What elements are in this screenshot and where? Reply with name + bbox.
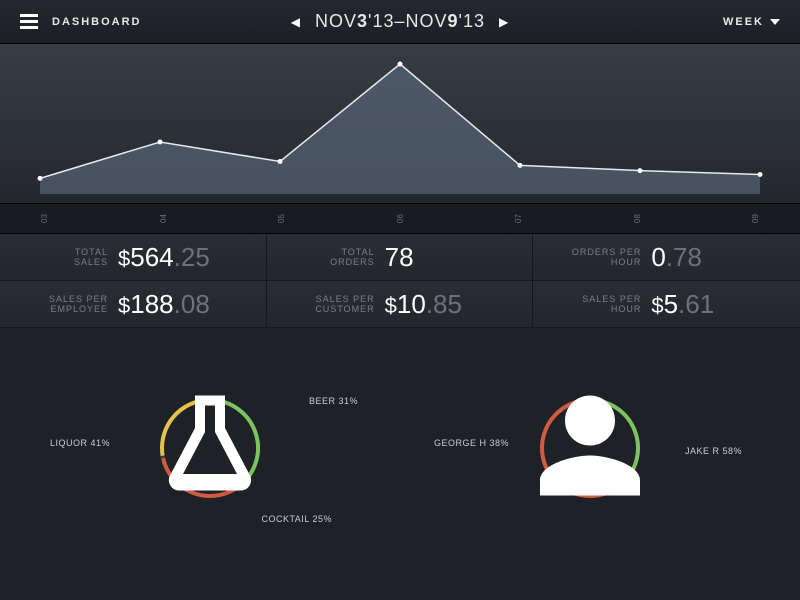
date-range-text: NOV3'13–NOV9'13 — [315, 11, 485, 32]
top-bar: DASHBOARD ◀ NOV3'13–NOV9'13 ▶ WEEK — [0, 0, 800, 44]
donut-slice-label: COCKTAIL 25% — [261, 514, 332, 524]
kpi-value: 0.78 — [651, 242, 702, 273]
kpi-5: SALES PERHOUR $5.61 — [533, 281, 800, 328]
kpi-2: ORDERS PERHOUR 0.78 — [533, 234, 800, 281]
x-tick: 06 — [396, 214, 405, 223]
kpi-value: $10.85 — [385, 289, 462, 320]
kpi-value: $188.08 — [118, 289, 210, 320]
donut-slice-label: LIQUOR 41% — [50, 438, 110, 448]
flask-icon — [150, 386, 270, 511]
person-icon — [530, 386, 650, 511]
prev-period-icon[interactable]: ◀ — [291, 15, 301, 29]
kpi-grid: TOTALSALES $564.25 TOTALORDERS 78 ORDERS PER… — [0, 234, 800, 328]
kpi-value: $5.61 — [651, 289, 714, 320]
x-tick: 03 — [40, 214, 49, 223]
donut-slice-label: BEER 31% — [309, 396, 358, 406]
kpi-value: 78 — [385, 242, 414, 273]
period-dropdown[interactable]: WEEK — [723, 16, 780, 28]
kpi-label: TOTALSALES — [24, 247, 108, 268]
staff-donut: GEORGE H 38%JAKE R 58% — [440, 368, 740, 528]
kpi-label: SALES PERCUSTOMER — [291, 294, 375, 315]
x-tick: 04 — [158, 214, 167, 223]
x-tick: 09 — [751, 214, 760, 223]
x-tick: 08 — [633, 214, 642, 223]
kpi-4: SALES PERCUSTOMER $10.85 — [267, 281, 534, 328]
donut-row: LIQUOR 41% BEER 31% COCKTAIL 25% GEORGE H … — [0, 328, 800, 568]
next-period-icon[interactable]: ▶ — [499, 15, 509, 29]
kpi-3: SALES PEREMPLOYEE $188.08 — [0, 281, 267, 328]
donut-slice-label: GEORGE H 38% — [434, 438, 509, 448]
x-tick: 05 — [277, 214, 286, 223]
kpi-label: TOTALORDERS — [291, 247, 375, 268]
chevron-down-icon — [770, 19, 780, 25]
kpi-label: ORDERS PERHOUR — [557, 247, 641, 268]
menu-icon[interactable] — [20, 14, 38, 29]
kpi-0: TOTALSALES $564.25 — [0, 234, 267, 281]
sales-line-chart — [0, 44, 800, 204]
kpi-1: TOTALORDERS 78 — [267, 234, 534, 281]
kpi-label: SALES PEREMPLOYEE — [24, 294, 108, 315]
x-tick: 07 — [514, 214, 523, 223]
donut-slice-label: JAKE R 58% — [685, 446, 742, 456]
chart-x-axis: 03 04 05 06 07 08 09 — [0, 204, 800, 234]
period-label: WEEK — [723, 16, 764, 28]
kpi-value: $564.25 — [118, 242, 210, 273]
kpi-label: SALES PERHOUR — [557, 294, 641, 315]
page-title: DASHBOARD — [52, 16, 142, 28]
date-range-picker[interactable]: ◀ NOV3'13–NOV9'13 ▶ — [291, 11, 509, 32]
drink-donut: LIQUOR 41%BEER 31%COCKTAIL 25% — [60, 368, 360, 528]
